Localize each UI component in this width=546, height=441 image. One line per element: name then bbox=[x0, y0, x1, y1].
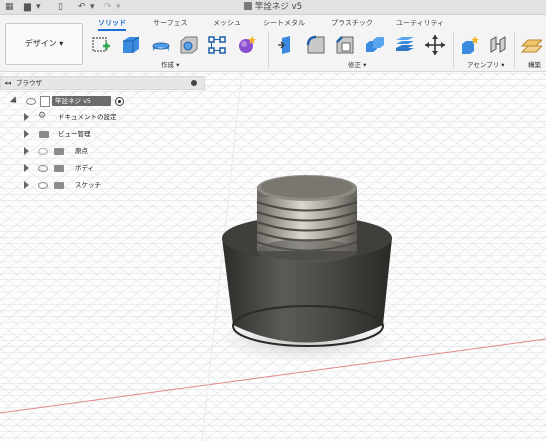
visibility-eye-icon[interactable] bbox=[26, 98, 36, 105]
folder-icon bbox=[39, 131, 49, 138]
press-pull-icon[interactable] bbox=[276, 34, 298, 56]
tab-utility[interactable]: ユーティリティ bbox=[396, 17, 444, 29]
browser-item-label: ビュー管理 bbox=[58, 130, 91, 138]
expand-arrow-icon[interactable] bbox=[24, 130, 29, 138]
assemble-group-label[interactable]: アセンブリ ▾ bbox=[467, 59, 505, 69]
browser-panel: ◂◂ ブラウザ 竿詮ネジ v5 ⚙ ドキュメントの設定 ビュー管理 原点 ボディ bbox=[0, 76, 205, 189]
browser-item-document-settings[interactable]: ⚙ ドキュメントの設定 bbox=[0, 110, 205, 124]
folder-icon bbox=[54, 182, 64, 189]
pattern-icon[interactable] bbox=[206, 34, 228, 56]
document-icon bbox=[40, 96, 50, 107]
offset-plane-icon[interactable] bbox=[520, 34, 542, 56]
fillet-icon[interactable] bbox=[305, 34, 327, 56]
construct-group-label[interactable]: 構築 bbox=[528, 59, 541, 69]
separator bbox=[514, 32, 515, 68]
visibility-eye-icon[interactable] bbox=[38, 182, 48, 189]
chamfer-icon[interactable] bbox=[334, 34, 356, 56]
create-group-label[interactable]: 作成 ▾ bbox=[161, 59, 179, 69]
browser-item-label: ボディ bbox=[75, 164, 95, 172]
expand-arrow-icon[interactable] bbox=[24, 181, 29, 189]
browser-item-origin[interactable]: 原点 bbox=[0, 144, 205, 158]
tab-sheet-metal[interactable]: シートメタル bbox=[263, 17, 305, 29]
expand-arrow-icon[interactable] bbox=[24, 147, 29, 155]
joint-icon[interactable] bbox=[488, 34, 510, 56]
toolbar-ribbon: デザイン ▾ ソリッド サーフェス メッシュ シートメタル プラスチック ユーテ… bbox=[0, 15, 546, 72]
root-component-name[interactable]: 竿詮ネジ v5 bbox=[52, 96, 111, 106]
tab-surface[interactable]: サーフェス bbox=[153, 17, 188, 29]
folder-icon bbox=[54, 165, 64, 172]
collapse-icon[interactable]: ◂◂ bbox=[4, 77, 11, 89]
create-sketch-icon[interactable] bbox=[90, 34, 112, 56]
expand-arrow-icon[interactable] bbox=[24, 164, 29, 172]
folder-icon bbox=[54, 148, 64, 155]
browser-item-bodies[interactable]: ボディ bbox=[0, 161, 205, 175]
hole-icon[interactable] bbox=[178, 34, 200, 56]
extrude-icon[interactable] bbox=[120, 34, 142, 56]
browser-header: ◂◂ ブラウザ bbox=[0, 76, 205, 90]
workspace-dropdown[interactable]: デザイン ▾ bbox=[5, 23, 83, 65]
create-form-icon[interactable] bbox=[236, 34, 258, 56]
gear-icon: ⚙ bbox=[38, 111, 47, 121]
move-copy-icon[interactable] bbox=[424, 34, 446, 56]
visibility-eye-icon[interactable] bbox=[38, 165, 48, 172]
shell-icon[interactable] bbox=[394, 34, 416, 56]
pin-icon[interactable] bbox=[191, 80, 197, 86]
browser-title: ブラウザ bbox=[16, 79, 42, 87]
visibility-eye-icon[interactable] bbox=[38, 148, 48, 155]
browser-item-label: ドキュメントの設定 bbox=[58, 113, 117, 121]
separator bbox=[453, 32, 454, 68]
tab-mesh[interactable]: メッシュ bbox=[213, 17, 241, 29]
combine-icon[interactable] bbox=[364, 34, 386, 56]
tab-solid[interactable]: ソリッド bbox=[98, 17, 126, 31]
new-component-icon[interactable] bbox=[460, 34, 482, 56]
title-bar: ▦ ▆ ▾ ▯ ↶ ▾ ↷ ▾ 竿詮ネジ v5 bbox=[0, 0, 546, 15]
browser-item-named-views[interactable]: ビュー管理 bbox=[0, 127, 205, 141]
browser-item-label: 原点 bbox=[75, 147, 88, 155]
expand-arrow-icon[interactable] bbox=[24, 113, 29, 121]
separator bbox=[268, 32, 269, 68]
browser-root-row[interactable]: 竿詮ネジ v5 bbox=[0, 94, 205, 108]
document-title: 竿詮ネジ v5 bbox=[0, 1, 546, 13]
revolve-icon[interactable] bbox=[150, 34, 172, 56]
expand-arrow-icon[interactable] bbox=[9, 96, 20, 106]
document-title-text: 竿詮ネジ v5 bbox=[254, 2, 303, 12]
activate-radio-icon[interactable] bbox=[115, 97, 124, 106]
tab-plastic[interactable]: プラスチック bbox=[331, 17, 373, 29]
browser-item-sketches[interactable]: スケッチ bbox=[0, 178, 205, 192]
modify-group-label[interactable]: 修正 ▾ bbox=[348, 59, 366, 69]
component-icon bbox=[243, 2, 252, 10]
browser-item-label: スケッチ bbox=[75, 181, 101, 189]
